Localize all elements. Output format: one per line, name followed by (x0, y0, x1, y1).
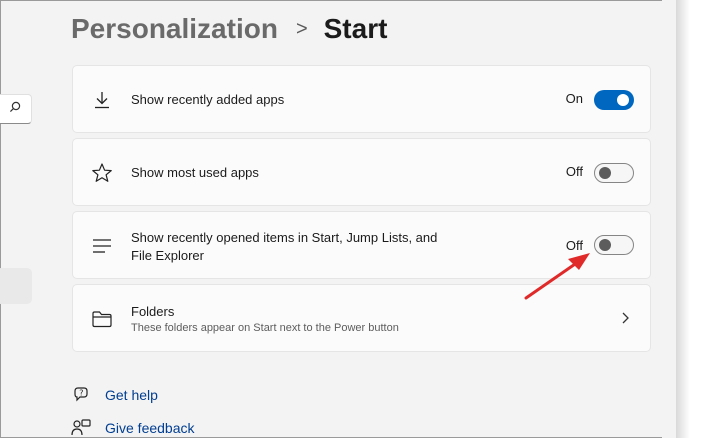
breadcrumb-parent[interactable]: Personalization (71, 13, 278, 45)
toggle-state-text: Off (565, 164, 583, 179)
setting-recently-added-apps: Show recently added apps On (72, 65, 651, 133)
toggle-knob (617, 94, 629, 106)
get-help-row[interactable]: ? Get help (71, 385, 158, 405)
toggle-knob (599, 167, 611, 179)
search-icon[interactable] (9, 100, 21, 118)
window-shadow (676, 0, 690, 438)
toggle-state-text: Off (565, 238, 583, 253)
give-feedback-link[interactable]: Give feedback (105, 420, 195, 436)
setting-label-line-2: File Explorer (131, 248, 204, 263)
recently-added-apps-toggle[interactable] (594, 90, 634, 110)
setting-sublabel: These folders appear on Start next to th… (131, 322, 399, 334)
breadcrumb: Personalization > Start (71, 10, 387, 48)
nav-item-selected[interactable] (0, 268, 32, 304)
scrollbar-track[interactable] (662, 0, 676, 438)
setting-label-line-1: Show recently opened items in Start, Jum… (131, 230, 438, 245)
nav-search-box[interactable] (0, 94, 32, 124)
help-chat-icon: ? (71, 385, 91, 405)
recently-opened-items-toggle[interactable] (594, 235, 634, 255)
breadcrumb-separator: > (295, 17, 308, 40)
star-icon (91, 162, 113, 184)
feedback-person-icon (71, 418, 91, 438)
page-title: Start (323, 13, 388, 44)
folder-icon (91, 308, 113, 330)
download-icon (91, 89, 113, 111)
chevron-right-icon (620, 311, 630, 325)
setting-most-used-apps: Show most used apps Off (72, 138, 651, 206)
toggle-knob (599, 239, 611, 251)
setting-label: Show recently added apps (131, 92, 285, 107)
most-used-apps-toggle[interactable] (594, 163, 634, 183)
give-feedback-row[interactable]: Give feedback (71, 418, 195, 438)
setting-label: Show most used apps (131, 165, 259, 180)
svg-text:?: ? (79, 389, 83, 398)
toggle-state-text: On (565, 91, 583, 106)
setting-folders[interactable]: Folders These folders appear on Start ne… (72, 284, 651, 352)
list-lines-icon (91, 235, 113, 257)
setting-label: Folders (131, 304, 175, 319)
setting-recently-opened-items: Show recently opened items in Start, Jum… (72, 211, 651, 279)
get-help-link[interactable]: Get help (105, 387, 158, 403)
